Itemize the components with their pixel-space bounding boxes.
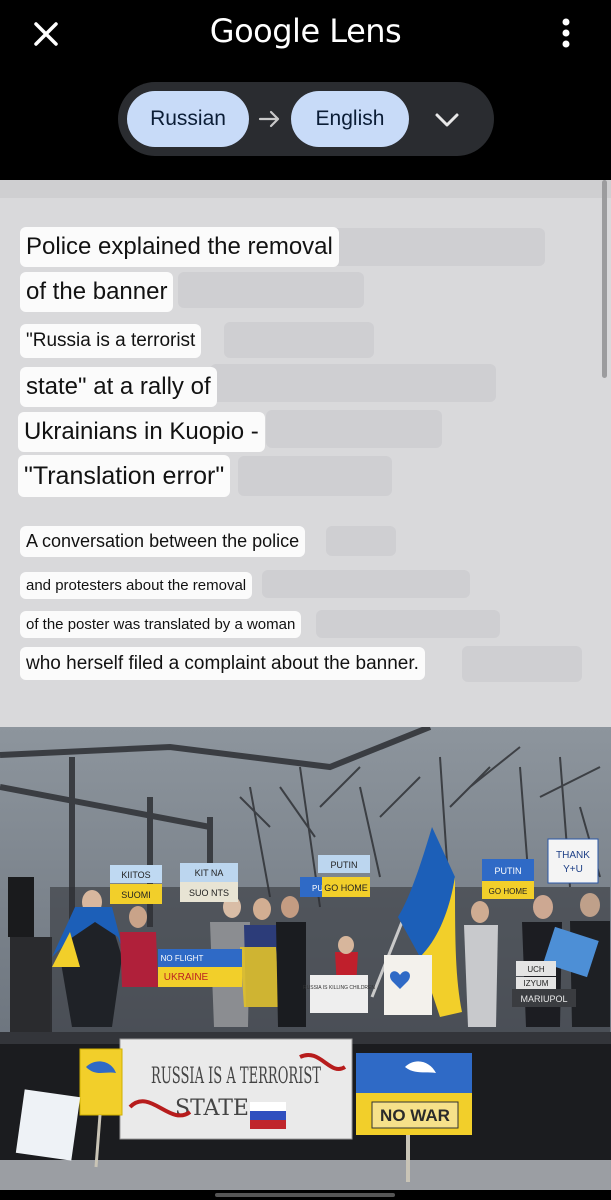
original-text-shadow [266,410,442,448]
more-options-icon[interactable] [556,16,576,50]
sign-heart [384,955,432,1015]
svg-text:GO HOME: GO HOME [324,883,368,893]
original-text-shadow [462,646,582,682]
sign-putin-go-home-2: PUTIN GO HOME [482,859,534,899]
headline-line[interactable]: of the banner [20,272,174,312]
svg-text:PUTIN: PUTIN [331,860,358,870]
speaker [8,877,34,937]
translated-article: Police explained the removal of the bann… [0,180,611,727]
headline-line[interactable]: state" at a rally of [20,367,217,407]
original-text-shadow [316,610,500,638]
svg-text:GO HOME: GO HOME [489,887,528,896]
svg-text:UKRAINE: UKRAINE [164,972,209,983]
svg-text:MARIUPOL: MARIUPOL [520,994,567,1004]
chevron-down-icon[interactable] [431,104,463,136]
sign-no-fly: NO FLIGHT UKRAINE [158,949,242,987]
source-language-button[interactable]: Russian [127,91,249,147]
svg-text:IZYUM: IZYUM [524,979,549,988]
sign-thank-you: THANK Y+U [547,838,599,884]
svg-text:NO FLIGHT: NO FLIGHT [161,954,204,963]
body-line[interactable]: who herself filed a complaint about the … [20,647,425,680]
sign-kit-na: KIT NA SUO NTS [180,863,238,902]
svg-text:RUSSIA IS KILLING CHILDREN: RUSSIA IS KILLING CHILDREN [303,985,375,991]
svg-text:KIITOS: KIITOS [121,870,150,880]
sign-russia-killing: RUSSIA IS KILLING CHILDREN [303,975,375,1013]
body-line[interactable]: and protesters about the removal [20,572,253,599]
headline-line[interactable]: Police explained the removal [20,227,339,267]
target-language-button[interactable]: English [291,91,409,147]
original-text-shadow [238,456,392,496]
headline-line[interactable]: Ukrainians in Kuopio - [18,412,265,452]
ground [0,1160,611,1190]
headline-line[interactable]: "Translation error" [18,455,231,497]
svg-text:SUOMI: SUOMI [121,890,151,900]
original-text-shadow [330,228,545,266]
home-indicator[interactable] [215,1193,395,1197]
svg-text:PUTIN: PUTIN [495,866,522,876]
speaker [10,937,52,1032]
svg-text:UCH: UCH [527,965,545,974]
original-text-shadow [224,322,374,358]
top-bar: Google Lens Russian English [0,0,611,180]
svg-text:STATE: STATE [175,1096,249,1121]
body-line[interactable]: A conversation between the police [20,526,306,557]
svg-text:Y+U: Y+U [563,864,583,875]
scrollbar[interactable] [602,180,607,378]
app-title: Google Lens [209,12,402,50]
original-text-shadow [326,526,396,556]
svg-text:NO WAR: NO WAR [380,1106,450,1125]
svg-text:THANK: THANK [556,850,590,861]
original-text-shadow [210,364,496,402]
original-text-shadow [178,272,364,308]
original-text-shadow [262,570,470,598]
article-top-edge [0,180,611,198]
headline-line[interactable]: "Russia is a terrorist [20,324,202,358]
svg-text:KIT NA: KIT NA [195,868,224,878]
banner-russia-terrorist-state: RUSSIA IS A TERRORIST STATE [119,1038,353,1140]
rally-photo[interactable]: KIITOS SUOMI KIT NA SUO NTS PUTIN PUTIN … [0,727,611,1190]
body-line[interactable]: of the poster was translated by a woman [20,611,302,638]
arrow-right-icon [257,106,283,132]
svg-text:SUO NTS: SUO NTS [189,888,229,898]
sign-kiitos: KIITOS SUOMI [110,865,162,904]
language-selector: Russian English [118,82,494,156]
svg-text:RUSSIA IS A TERRORIST: RUSSIA IS A TERRORIST [151,1064,321,1089]
